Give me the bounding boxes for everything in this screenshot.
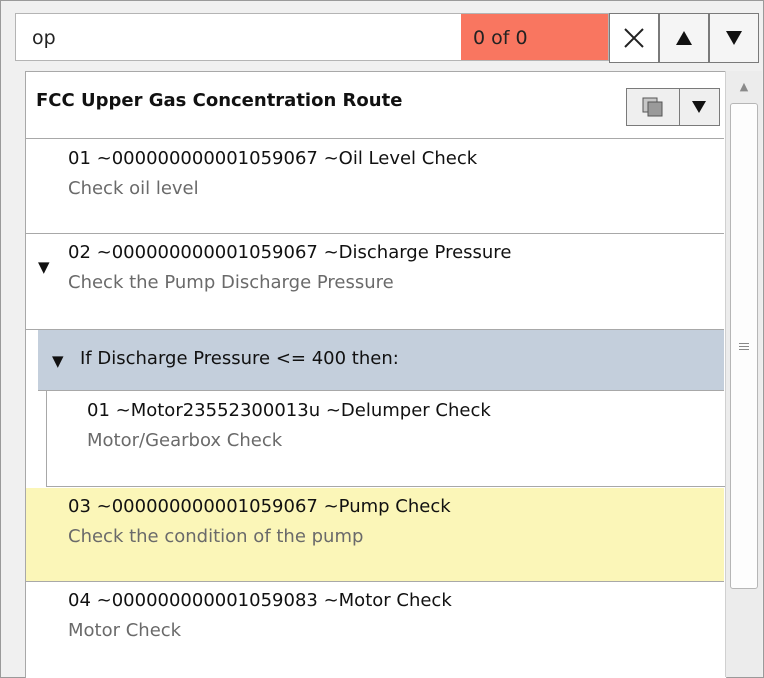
previous-match-button[interactable] xyxy=(659,13,709,63)
route-title: FCC Upper Gas Concentration Route xyxy=(36,90,403,111)
step-title: 02 ~000000000001059067 ~Discharge Pressu… xyxy=(68,242,512,263)
match-count-badge: 0 of 0 xyxy=(461,13,609,61)
list-item[interactable]: 04 ~000000000001059083 ~Motor Check Moto… xyxy=(26,582,724,678)
route-step-list: FCC Upper Gas Concentration Route 01 ~00… xyxy=(25,71,727,678)
dropdown-icon xyxy=(692,101,706,113)
list-item[interactable]: 01 ~000000000001059067 ~Oil Level Check … xyxy=(26,138,724,234)
conditional-step: 01 ~Motor23552300013u ~Delumper Check Mo… xyxy=(47,390,725,486)
search-input[interactable]: op xyxy=(15,13,461,61)
arrow-up-icon xyxy=(676,31,692,45)
caret-down-icon[interactable]: ▼ xyxy=(38,258,50,276)
scroll-up-icon[interactable]: ▲ xyxy=(726,71,762,101)
caret-down-icon[interactable]: ▼ xyxy=(52,352,64,370)
list-item[interactable]: ▼ 02 ~000000000001059067 ~Discharge Pres… xyxy=(26,234,724,330)
vertical-scrollbar[interactable]: ▲ xyxy=(725,71,762,677)
route-actions-split-button[interactable] xyxy=(626,88,720,126)
step-description: Check the Pump Discharge Pressure xyxy=(68,272,394,293)
copy-button[interactable] xyxy=(627,89,680,125)
scroll-grip-icon xyxy=(739,342,749,350)
next-match-button[interactable] xyxy=(709,13,759,63)
condition-row[interactable]: ▼ If Discharge Pressure <= 400 then: xyxy=(38,330,724,391)
scroll-thumb[interactable] xyxy=(730,103,758,589)
close-search-button[interactable] xyxy=(609,13,659,63)
find-bar: op 0 of 0 xyxy=(15,13,761,63)
arrow-down-icon xyxy=(726,31,742,45)
step-title: 01 ~000000000001059067 ~Oil Level Check xyxy=(68,148,478,169)
route-header: FCC Upper Gas Concentration Route xyxy=(26,72,724,139)
search-results-window: op 0 of 0 FCC Upper Gas Concentration Ro… xyxy=(0,0,764,678)
list-item[interactable]: 01 ~Motor23552300013u ~Delumper Check Mo… xyxy=(46,390,725,487)
step-description: Motor/Gearbox Check xyxy=(87,430,283,451)
step-title: 04 ~000000000001059083 ~Motor Check xyxy=(68,590,452,611)
close-icon xyxy=(624,28,644,48)
condition-label: If Discharge Pressure <= 400 then: xyxy=(80,348,399,369)
list-item-selected[interactable]: 03 ~000000000001059067 ~Pump Check Check… xyxy=(26,488,724,582)
step-description: Check oil level xyxy=(68,178,199,199)
copy-icon xyxy=(642,97,663,117)
step-title: 01 ~Motor23552300013u ~Delumper Check xyxy=(87,400,491,421)
step-description: Check the condition of the pump xyxy=(68,526,364,547)
step-description: Motor Check xyxy=(68,620,182,641)
step-title: 03 ~000000000001059067 ~Pump Check xyxy=(68,496,451,517)
route-menu-dropdown[interactable] xyxy=(679,89,719,125)
